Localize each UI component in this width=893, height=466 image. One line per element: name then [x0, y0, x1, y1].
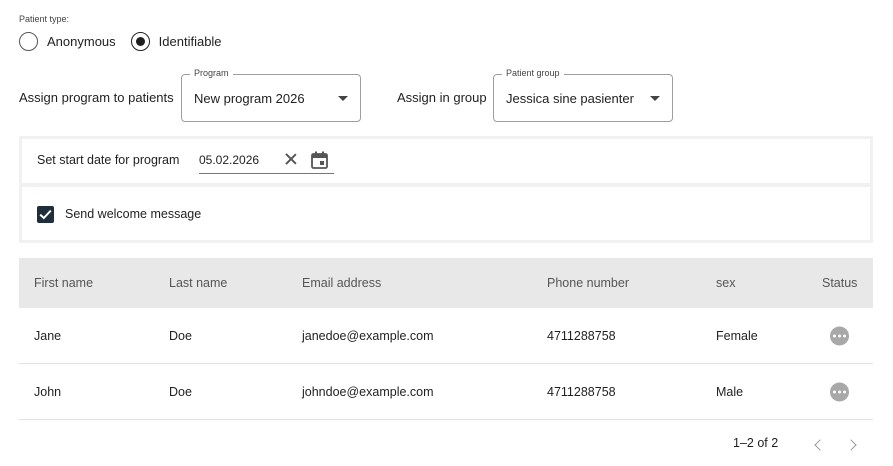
last-name-cell: Doe [169, 384, 192, 399]
table-header: First name Last name Email address Phone… [19, 258, 873, 308]
identifiable-radio[interactable] [130, 31, 150, 51]
column-header-email[interactable]: Email address [302, 276, 381, 290]
chevron-down-icon [650, 96, 660, 101]
status-cell [830, 382, 849, 401]
check-icon [39, 209, 52, 220]
column-header-sex[interactable]: sex [716, 276, 735, 290]
phone-cell: 4711288758 [547, 384, 616, 399]
start-date-label: Set start date for program [37, 153, 180, 167]
column-header-last-name[interactable]: Last name [169, 276, 227, 290]
phone-cell: 4711288758 [547, 328, 616, 343]
patient-group-select-value: Jessica sine pasienter [506, 91, 634, 106]
table-row[interactable]: Jane Doe janedoe@example.com 4711288758 … [19, 308, 873, 364]
chevron-right-icon[interactable] [845, 439, 857, 451]
anonymous-radio-label[interactable]: Anonymous [47, 34, 116, 49]
sex-cell: Female [716, 328, 758, 343]
program-select[interactable]: Program New program 2026 [181, 68, 361, 122]
assign-program-label: Assign program to patients [19, 90, 174, 105]
more-icon[interactable] [830, 326, 849, 345]
assign-group-label: Assign in group [397, 90, 487, 105]
column-header-first-name[interactable]: First name [34, 276, 93, 290]
program-select-legend: Program [190, 68, 233, 78]
welcome-message-label[interactable]: Send welcome message [65, 207, 201, 221]
column-header-phone[interactable]: Phone number [547, 276, 629, 290]
email-cell: janedoe@example.com [302, 328, 434, 343]
anonymous-radio[interactable] [19, 31, 38, 51]
chevron-left-icon[interactable] [814, 439, 826, 451]
patient-group-select[interactable]: Patient group Jessica sine pasienter [493, 68, 673, 122]
sex-cell: Male [716, 384, 744, 399]
last-name-cell: Doe [169, 328, 192, 343]
calendar-icon[interactable] [311, 151, 328, 174]
chevron-down-icon [338, 96, 348, 101]
patient-type-label: Patient type: [19, 14, 70, 24]
start-date-value[interactable]: 05.02.2026 [199, 153, 259, 167]
column-header-status[interactable]: Status [822, 276, 857, 290]
email-cell: johndoe@example.com [302, 384, 434, 399]
program-select-value: New program 2026 [194, 91, 305, 106]
patients-table: First name Last name Email address Phone… [19, 258, 873, 420]
patient-type-radio-group: Anonymous Identifiable [19, 31, 237, 51]
table-row[interactable]: John Doe johndoe@example.com 4711288758 … [19, 364, 873, 420]
first-name-cell: John [34, 384, 62, 399]
pagination-range: 1–2 of 2 [733, 436, 779, 450]
start-date-field[interactable]: 05.02.2026 [199, 148, 334, 174]
more-icon[interactable] [830, 382, 849, 401]
patient-group-select-legend: Patient group [502, 68, 564, 78]
clear-icon[interactable] [284, 152, 298, 166]
welcome-message-checkbox[interactable] [37, 206, 54, 223]
first-name-cell: Jane [34, 328, 62, 343]
status-cell [830, 326, 849, 345]
identifiable-radio-label[interactable]: Identifiable [159, 34, 222, 49]
